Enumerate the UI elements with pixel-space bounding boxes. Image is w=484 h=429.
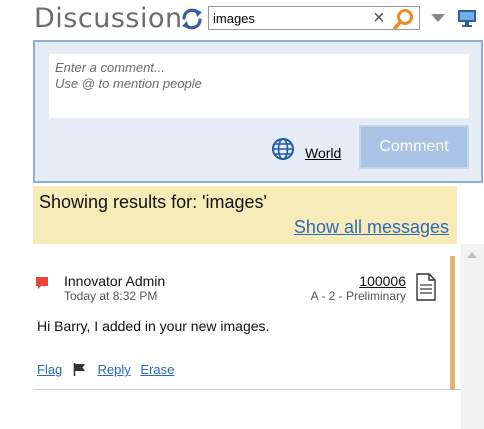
discussion-header: Discussion ×: [0, 0, 484, 40]
item-number-link[interactable]: 100006: [359, 273, 406, 289]
message-timestamp: Today at 8:32 PM: [64, 289, 158, 303]
clear-search-icon[interactable]: ×: [373, 7, 385, 29]
speech-bubble-icon: [36, 277, 48, 289]
visibility-world-link[interactable]: World: [305, 145, 341, 161]
comment-placeholder-line-1: Enter a comment...: [55, 60, 165, 75]
comment-input[interactable]: Enter a comment... Use @ to mention peop…: [49, 54, 469, 118]
message-list: Innovator Admin Today at 8:32 PM 100006 …: [33, 244, 461, 429]
monitor-icon[interactable]: [457, 8, 477, 28]
erase-link[interactable]: Erase: [140, 362, 174, 377]
message-body: Hi Barry, I added in your new images.: [37, 318, 270, 334]
list-item: Innovator Admin Today at 8:32 PM 100006 …: [33, 256, 461, 390]
chevron-down-icon[interactable]: [431, 14, 445, 22]
comment-placeholder-line-2: Use @ to mention people: [55, 76, 202, 91]
comment-composer: Enter a comment... Use @ to mention peop…: [33, 40, 483, 183]
refresh-icon[interactable]: [180, 7, 204, 31]
search-results-banner: Showing results for: 'images' Show all m…: [33, 186, 457, 244]
message-accent-bar: [450, 256, 455, 390]
message-list-scrollbar[interactable]: [461, 244, 484, 429]
page-title: Discussion: [34, 3, 183, 34]
show-all-messages-link[interactable]: Show all messages: [294, 217, 449, 238]
document-icon[interactable]: [415, 273, 437, 301]
message-actions: Flag Reply Erase: [37, 362, 174, 377]
search-box: ×: [208, 6, 420, 30]
comment-button[interactable]: Comment: [359, 125, 469, 169]
scroll-up-arrow-icon[interactable]: [467, 252, 477, 258]
search-input[interactable]: [213, 9, 363, 27]
search-icon[interactable]: [392, 8, 416, 30]
search-results-text: Showing results for: 'images': [39, 192, 267, 212]
globe-icon[interactable]: [271, 137, 295, 161]
item-description: A - 2 - Preliminary: [310, 289, 406, 303]
flag-icon[interactable]: [73, 363, 87, 376]
message-author: Innovator Admin: [64, 273, 166, 289]
flag-link[interactable]: Flag: [37, 362, 62, 377]
reply-link[interactable]: Reply: [98, 362, 131, 377]
